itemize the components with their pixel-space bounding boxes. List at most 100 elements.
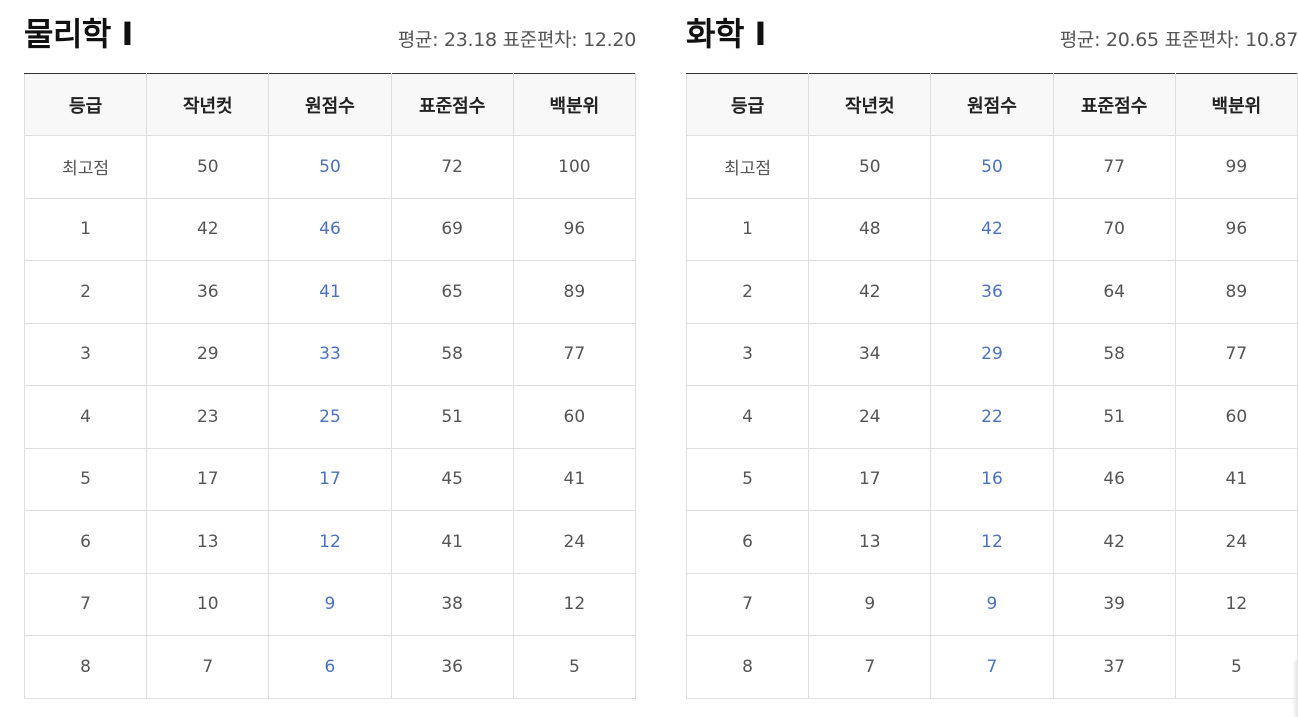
cell-standard-score: 51 bbox=[390, 385, 514, 449]
column-header-raw-score: 원점수 bbox=[930, 73, 1054, 136]
cell-raw-score: 9 bbox=[930, 572, 1054, 636]
cell-raw-score: 9 bbox=[268, 572, 392, 636]
cell-last-year-cut: 50 bbox=[808, 135, 932, 199]
cell-last-year-cut: 42 bbox=[808, 260, 932, 324]
column-header-percentile: 백분위 bbox=[512, 73, 637, 136]
cell-percentile: 96 bbox=[1174, 197, 1298, 261]
cell-last-year-cut: 36 bbox=[146, 260, 270, 324]
cell-standard-score: 58 bbox=[390, 322, 514, 386]
table-row: 1 48 42 70 96 bbox=[685, 197, 1298, 261]
cell-standard-score: 77 bbox=[1052, 135, 1176, 199]
cell-last-year-cut: 29 bbox=[146, 322, 270, 386]
panel-stats: 평균: 23.18 표준편차: 12.20 bbox=[397, 29, 637, 51]
cell-percentile: 77 bbox=[1174, 322, 1298, 386]
cell-raw-score: 17 bbox=[268, 447, 392, 511]
table-row: 3 34 29 58 77 bbox=[685, 322, 1298, 386]
table-row: 최고점 50 50 77 99 bbox=[685, 135, 1298, 199]
cell-last-year-cut: 7 bbox=[808, 635, 932, 699]
cell-raw-score: 7 bbox=[930, 635, 1054, 699]
cell-last-year-cut: 17 bbox=[808, 447, 932, 511]
panel-title: 물리학 Ⅰ bbox=[24, 15, 133, 53]
cell-percentile: 24 bbox=[1174, 510, 1298, 574]
cell-grade: 5 bbox=[23, 447, 148, 511]
cell-percentile: 77 bbox=[512, 322, 637, 386]
cell-raw-score: 6 bbox=[268, 635, 392, 699]
cell-percentile: 96 bbox=[512, 197, 637, 261]
cell-raw-score: 16 bbox=[930, 447, 1054, 511]
cell-grade: 7 bbox=[23, 572, 148, 636]
cell-last-year-cut: 10 bbox=[146, 572, 270, 636]
cell-raw-score: 50 bbox=[930, 135, 1054, 199]
cell-grade: 4 bbox=[23, 385, 148, 449]
table-header-row: 등급 작년컷 원점수 표준점수 백분위 bbox=[685, 73, 1298, 136]
cell-last-year-cut: 24 bbox=[808, 385, 932, 449]
cell-grade: 최고점 bbox=[685, 135, 810, 199]
column-header-last-year-cut: 작년컷 bbox=[146, 73, 270, 136]
cell-standard-score: 58 bbox=[1052, 322, 1176, 386]
cell-standard-score: 46 bbox=[1052, 447, 1176, 511]
cell-percentile: 41 bbox=[512, 447, 637, 511]
cell-last-year-cut: 7 bbox=[146, 635, 270, 699]
panel-chemistry: 화학 Ⅰ 평균: 20.65 표준편차: 10.87 등급 작년컷 원점수 표준… bbox=[685, 0, 1298, 699]
cell-raw-score: 22 bbox=[930, 385, 1054, 449]
table-row: 7 10 9 38 12 bbox=[23, 572, 637, 636]
panel-header: 물리학 Ⅰ 평균: 23.18 표준편차: 12.20 bbox=[24, 0, 636, 73]
column-header-percentile: 백분위 bbox=[1174, 73, 1298, 136]
table-header-row: 등급 작년컷 원점수 표준점수 백분위 bbox=[23, 73, 637, 136]
scroll-edge-shadow bbox=[1292, 660, 1298, 717]
cell-raw-score: 41 bbox=[268, 260, 392, 324]
cell-percentile: 41 bbox=[1174, 447, 1298, 511]
cell-standard-score: 65 bbox=[390, 260, 514, 324]
table-row: 8 7 6 36 5 bbox=[23, 635, 637, 699]
cell-grade: 7 bbox=[685, 572, 810, 636]
cell-grade: 3 bbox=[685, 322, 810, 386]
cell-last-year-cut: 42 bbox=[146, 197, 270, 261]
cell-grade: 8 bbox=[685, 635, 810, 699]
column-header-standard-score: 표준점수 bbox=[1052, 73, 1176, 136]
panel-physics: 물리학 Ⅰ 평균: 23.18 표준편차: 12.20 등급 작년컷 원점수 표… bbox=[23, 0, 636, 699]
cell-raw-score: 42 bbox=[930, 197, 1054, 261]
cell-percentile: 89 bbox=[1174, 260, 1298, 324]
column-header-grade: 등급 bbox=[23, 73, 148, 136]
cell-grade: 6 bbox=[685, 510, 810, 574]
cell-percentile: 99 bbox=[1174, 135, 1298, 199]
cell-percentile: 5 bbox=[1174, 635, 1298, 699]
table-row: 7 9 9 39 12 bbox=[685, 572, 1298, 636]
table-row: 3 29 33 58 77 bbox=[23, 322, 637, 386]
cell-raw-score: 29 bbox=[930, 322, 1054, 386]
table-row: 6 13 12 42 24 bbox=[685, 510, 1298, 574]
cell-percentile: 24 bbox=[512, 510, 637, 574]
table-row: 1 42 46 69 96 bbox=[23, 197, 637, 261]
cell-percentile: 12 bbox=[1174, 572, 1298, 636]
cell-grade: 1 bbox=[23, 197, 148, 261]
cell-raw-score: 12 bbox=[930, 510, 1054, 574]
table-row: 5 17 17 45 41 bbox=[23, 447, 637, 511]
grade-table-physics: 등급 작년컷 원점수 표준점수 백분위 최고점 50 50 72 100 1 42 46 69 9… bbox=[23, 73, 637, 699]
cell-standard-score: 70 bbox=[1052, 197, 1176, 261]
cell-last-year-cut: 13 bbox=[808, 510, 932, 574]
cell-percentile: 12 bbox=[512, 572, 637, 636]
table-row: 2 42 36 64 89 bbox=[685, 260, 1298, 324]
cell-standard-score: 64 bbox=[1052, 260, 1176, 324]
cell-raw-score: 46 bbox=[268, 197, 392, 261]
cell-grade: 6 bbox=[23, 510, 148, 574]
cell-grade: 4 bbox=[685, 385, 810, 449]
cell-raw-score: 33 bbox=[268, 322, 392, 386]
cell-standard-score: 45 bbox=[390, 447, 514, 511]
table-row: 5 17 16 46 41 bbox=[685, 447, 1298, 511]
table-row: 2 36 41 65 89 bbox=[23, 260, 637, 324]
cell-grade: 1 bbox=[685, 197, 810, 261]
table-row: 최고점 50 50 72 100 bbox=[23, 135, 637, 199]
cell-standard-score: 37 bbox=[1052, 635, 1176, 699]
column-header-last-year-cut: 작년컷 bbox=[808, 73, 932, 136]
cell-raw-score: 25 bbox=[268, 385, 392, 449]
cell-percentile: 89 bbox=[512, 260, 637, 324]
column-header-standard-score: 표준점수 bbox=[390, 73, 514, 136]
cell-last-year-cut: 50 bbox=[146, 135, 270, 199]
cell-percentile: 100 bbox=[512, 135, 637, 199]
cell-standard-score: 41 bbox=[390, 510, 514, 574]
cell-last-year-cut: 13 bbox=[146, 510, 270, 574]
cell-grade: 2 bbox=[23, 260, 148, 324]
cell-standard-score: 39 bbox=[1052, 572, 1176, 636]
cell-standard-score: 51 bbox=[1052, 385, 1176, 449]
